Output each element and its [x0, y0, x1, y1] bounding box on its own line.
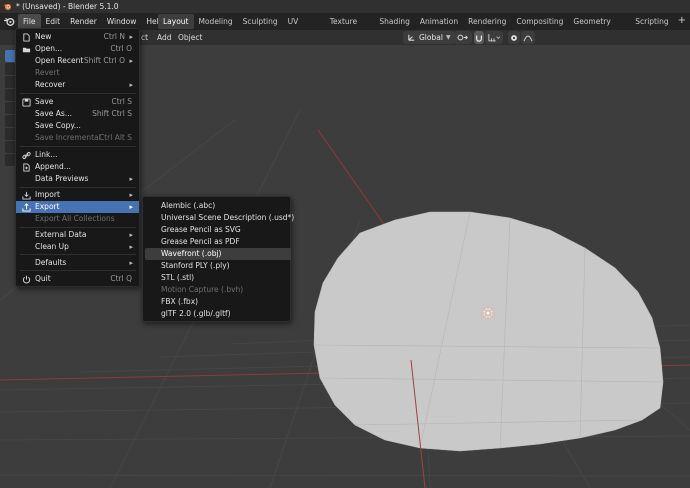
menu-separator: [20, 146, 136, 147]
menu-item-save-as[interactable]: Save As... Shift Ctrl S: [16, 108, 139, 120]
snap-toggle-button[interactable]: [474, 31, 484, 44]
submenu-arrow-icon: ▸: [129, 175, 133, 183]
header-menu-select-partial[interactable]: ct: [141, 30, 148, 45]
menu-item-clean-up[interactable]: Clean Up ▸: [16, 241, 139, 253]
pivot-point-button[interactable]: [454, 31, 472, 44]
export-item-stanford-ply[interactable]: Stanford PLY (.ply): [143, 260, 290, 272]
menu-item-import[interactable]: Import ▸: [16, 189, 139, 201]
menu-item-save[interactable]: Save Ctrl S: [16, 96, 139, 108]
menu-item-export[interactable]: Export ▸: [16, 201, 139, 213]
menu-separator: [20, 270, 136, 271]
export-item-gltf[interactable]: glTF 2.0 (.glb/.gltf): [143, 308, 290, 320]
tab-compositing[interactable]: Compositing: [511, 14, 568, 29]
tab-shading[interactable]: Shading: [374, 14, 414, 29]
export-item-usd[interactable]: Universal Scene Description (.usd*): [143, 212, 294, 224]
save-icon: [21, 97, 31, 107]
menu-render[interactable]: Render: [65, 14, 102, 29]
menu-item-open-recent[interactable]: Open Recent Shift Ctrl O ▸: [16, 55, 139, 67]
tab-scripting[interactable]: Scripting: [630, 14, 673, 29]
proportional-editing-button[interactable]: [508, 31, 520, 44]
header-menu-add[interactable]: Add: [157, 30, 172, 45]
tab-sculpting[interactable]: Sculpting: [238, 14, 283, 29]
export-item-grease-pencil-pdf[interactable]: Grease Pencil as PDF: [143, 236, 290, 248]
append-icon: [21, 162, 31, 172]
quit-icon: [21, 274, 31, 284]
falloff-curve-icon: [523, 35, 533, 41]
snap-increment-icon: [488, 34, 500, 42]
tab-rendering[interactable]: Rendering: [463, 14, 511, 29]
link-icon: [21, 150, 31, 160]
proportional-editing-icon: [511, 34, 517, 41]
menu-item-save-copy[interactable]: Save Copy...: [16, 120, 139, 132]
folder-open-icon: [21, 44, 31, 54]
orientation-axes-icon: [408, 34, 415, 41]
tab-animation[interactable]: Animation: [415, 14, 463, 29]
export-item-fbx[interactable]: FBX (.fbx): [143, 296, 290, 308]
export-item-stl[interactable]: STL (.stl): [143, 272, 290, 284]
window-title: * (Unsaved) - Blender 5.1.0: [16, 2, 119, 11]
submenu-arrow-icon: ▸: [129, 191, 133, 199]
import-icon: [21, 190, 31, 200]
menu-item-export-all-collections: Export All Collections: [35, 214, 115, 223]
file-new-icon: [21, 32, 31, 42]
export-submenu: Alembic (.abc) Universal Scene Descripti…: [142, 196, 294, 322]
menu-item-save-incremental: Save Incremental Ctrl Alt S: [35, 133, 132, 142]
submenu-arrow-icon: ▸: [129, 33, 133, 41]
submenu-arrow-icon: ▸: [129, 81, 133, 89]
menu-separator: [20, 187, 136, 188]
submenu-arrow-icon: ▸: [129, 57, 133, 65]
export-item-grease-pencil-svg[interactable]: Grease Pencil as SVG: [143, 224, 290, 236]
menu-separator: [20, 227, 136, 228]
export-item-motion-capture: Motion Capture (.bvh): [161, 285, 244, 294]
export-item-alembic[interactable]: Alembic (.abc): [143, 200, 290, 212]
menu-item-quit[interactable]: Quit Ctrl Q: [16, 273, 139, 285]
tab-texture-paint[interactable]: Texture Paint: [325, 14, 375, 41]
tab-layout[interactable]: Layout: [158, 14, 194, 29]
add-workspace-button[interactable]: +: [674, 14, 690, 29]
menu-item-recover[interactable]: Recover ▸: [16, 79, 139, 91]
pivot-icon: [457, 34, 468, 41]
submenu-arrow-icon: ▸: [129, 203, 133, 211]
submenu-arrow-icon: ▸: [129, 259, 133, 267]
tab-modeling[interactable]: Modeling: [194, 14, 238, 29]
blender-logo-icon: [3, 3, 12, 11]
orientation-label: Global: [419, 33, 443, 42]
menu-file[interactable]: File: [18, 14, 41, 29]
menu-separator: [20, 254, 136, 255]
menu-item-open[interactable]: Open... Ctrl O: [16, 43, 139, 55]
chevron-down-icon: ▼: [445, 34, 451, 41]
file-menu: New Ctrl N ▸ Open... Ctrl O Open Recent …: [15, 28, 140, 287]
proportional-falloff-dropdown[interactable]: [521, 31, 535, 44]
menu-item-new[interactable]: New Ctrl N ▸: [16, 31, 139, 43]
tab-geometry-nodes[interactable]: Geometry Nodes: [568, 14, 630, 41]
menu-item-revert: Revert: [35, 68, 60, 77]
magnet-icon: [475, 35, 483, 42]
snap-target-dropdown[interactable]: [485, 31, 503, 44]
tab-uv-editing[interactable]: UV Editing: [283, 14, 325, 41]
menu-item-external-data[interactable]: External Data ▸: [16, 229, 139, 241]
workspace-tabs: Layout Modeling Sculpting UV Editing Tex…: [158, 14, 690, 41]
export-item-wavefront-obj[interactable]: Wavefront (.obj): [145, 248, 291, 260]
menu-item-data-previews[interactable]: Data Previews ▸: [16, 173, 139, 185]
submenu-arrow-icon: ▸: [129, 243, 133, 251]
export-icon: [21, 202, 31, 212]
submenu-arrow-icon: ▸: [129, 231, 133, 239]
object-origin-icon[interactable]: [481, 306, 495, 320]
menu-edit[interactable]: Edit: [41, 14, 66, 29]
blender-menu-icon[interactable]: [3, 16, 16, 27]
menu-item-defaults[interactable]: Defaults ▸: [16, 257, 139, 269]
menu-separator: [20, 93, 136, 94]
header-menu-object[interactable]: Object: [178, 30, 202, 45]
menu-window[interactable]: Window: [102, 14, 142, 29]
menu-item-link[interactable]: Link...: [16, 149, 139, 161]
transform-orientation-dropdown[interactable]: Global ▼: [403, 31, 455, 44]
window-titlebar: * (Unsaved) - Blender 5.1.0: [0, 0, 690, 13]
menu-item-append[interactable]: Append...: [16, 161, 139, 173]
